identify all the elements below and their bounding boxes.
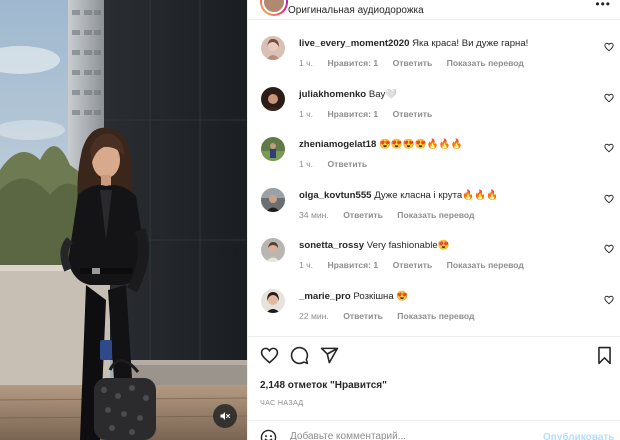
reply-button[interactable]: Ответить xyxy=(393,58,433,68)
post-actions xyxy=(248,344,620,368)
heart-outline-icon[interactable] xyxy=(604,295,614,305)
audio-label[interactable]: Оригинальная аудиодорожка xyxy=(288,5,424,16)
comment-item: zheniamogelat18 😍😍😍😍🔥🔥🔥 1 ч. Ответить xyxy=(248,131,620,182)
comment-text: Яка краса! Ви дуже гарна! xyxy=(412,38,529,49)
comment-item: _marie_pro Розкішна 😍 22 мин. Ответить П… xyxy=(248,283,620,334)
comment-time[interactable]: 34 мин. xyxy=(299,210,329,220)
like-heart-icon[interactable] xyxy=(260,346,279,365)
comment-time[interactable]: 1 ч. xyxy=(299,58,313,68)
translate-button[interactable]: Показать перевод xyxy=(447,58,524,68)
avatar[interactable] xyxy=(261,36,285,60)
comment-text: 😍😍😍😍🔥🔥🔥 xyxy=(378,139,463,150)
reply-button[interactable]: Ответить xyxy=(343,311,383,321)
comment-username[interactable]: juliakhomenko xyxy=(299,89,366,100)
comment-time[interactable]: 1 ч. xyxy=(299,159,313,169)
heart-outline-icon[interactable] xyxy=(604,244,614,254)
comment-username[interactable]: zheniamogelat18 xyxy=(299,139,376,150)
avatar[interactable] xyxy=(261,238,285,262)
comment-text: Вау🤍 xyxy=(368,88,398,100)
comment-likes[interactable]: Нравится: 1 xyxy=(327,109,378,119)
post-photo xyxy=(0,0,247,440)
comment-username[interactable]: _marie_pro xyxy=(299,291,351,302)
comment-username[interactable]: olga_kovtun555 xyxy=(299,190,372,201)
translate-button[interactable]: Показать перевод xyxy=(397,210,474,220)
heart-outline-icon[interactable] xyxy=(604,143,614,153)
comment-text: Розкішна 😍 xyxy=(353,290,409,302)
divider xyxy=(248,336,620,337)
heart-outline-icon[interactable] xyxy=(604,93,614,103)
reply-button[interactable]: Ответить xyxy=(393,260,433,270)
comment-item: live_every_moment2020 Яка краса! Ви дуже… xyxy=(248,30,620,81)
mute-button[interactable] xyxy=(213,404,237,428)
heart-outline-icon[interactable] xyxy=(604,194,614,204)
heart-outline-icon[interactable] xyxy=(604,42,614,52)
publish-button[interactable]: Опубликовать xyxy=(543,432,614,440)
comment-item: juliakhomenko Вау🤍 1 ч. Нравится: 1 Отве… xyxy=(248,81,620,132)
post-time[interactable]: ЧАС НАЗАД xyxy=(260,398,303,407)
avatar[interactable] xyxy=(261,288,285,313)
comment-text: Дуже класна і крута🔥🔥🔥 xyxy=(374,189,499,201)
comment-bubble-icon[interactable] xyxy=(290,346,309,365)
comments-panel: Оригинальная аудиодорожка ••• live_every… xyxy=(247,0,620,440)
smiley-icon[interactable] xyxy=(260,429,277,440)
likes-count[interactable]: 2,148 отметок "Нравится" xyxy=(260,380,387,391)
bookmark-icon[interactable] xyxy=(596,346,613,365)
comment-time[interactable]: 22 мин. xyxy=(299,311,329,321)
comment-time[interactable]: 1 ч. xyxy=(299,260,313,270)
more-options-button[interactable]: ••• xyxy=(595,0,611,11)
comment-text: Very fashionable😍 xyxy=(366,240,450,251)
comment-time[interactable]: 1 ч. xyxy=(299,109,313,119)
avatar[interactable] xyxy=(261,137,285,161)
reply-button[interactable]: Ответить xyxy=(343,210,383,220)
avatar[interactable] xyxy=(261,86,285,111)
comment-list: live_every_moment2020 Яка краса! Ви дуже… xyxy=(248,30,620,333)
comment-input[interactable] xyxy=(290,431,520,440)
add-comment-row: Опубликовать xyxy=(248,421,620,440)
comment-username[interactable]: live_every_moment2020 xyxy=(299,38,409,49)
reply-button[interactable]: Ответить xyxy=(393,109,433,119)
share-paper-plane-icon[interactable] xyxy=(320,346,339,365)
comment-likes[interactable]: Нравится: 1 xyxy=(327,58,378,68)
comment-item: olga_kovtun555 Дуже класна і крута🔥🔥🔥 34… xyxy=(248,182,620,233)
post-header: Оригинальная аудиодорожка ••• xyxy=(248,0,620,20)
translate-button[interactable]: Показать перевод xyxy=(397,311,474,321)
avatar[interactable] xyxy=(261,187,285,212)
comment-likes[interactable]: Нравится: 1 xyxy=(327,260,378,270)
reply-button[interactable]: Ответить xyxy=(327,159,367,169)
author-avatar[interactable] xyxy=(260,0,288,16)
speaker-muted-icon xyxy=(220,412,230,420)
translate-button[interactable]: Показать перевод xyxy=(447,260,524,270)
post-media[interactable] xyxy=(0,0,247,440)
comment-item: sonetta_rossy Very fashionable😍 1 ч. Нра… xyxy=(248,232,620,283)
comment-username[interactable]: sonetta_rossy xyxy=(299,240,364,251)
